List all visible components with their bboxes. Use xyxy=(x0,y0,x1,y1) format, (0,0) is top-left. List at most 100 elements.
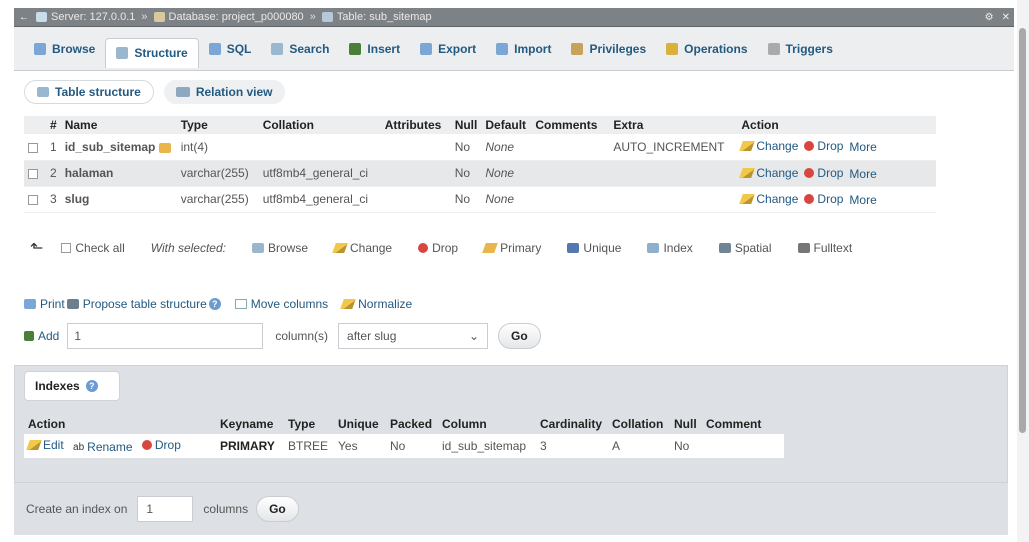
normalize-link[interactable]: Normalize xyxy=(340,297,412,311)
row-actions: Change Drop More xyxy=(737,160,936,187)
row-checkbox[interactable] xyxy=(28,142,38,153)
bulk-primary-button[interactable]: Primary xyxy=(482,241,541,255)
column-num: 2 xyxy=(46,160,61,187)
header-null: Null xyxy=(450,116,482,134)
collapse-icon[interactable]: ← xyxy=(18,11,30,23)
drop-button[interactable]: Drop xyxy=(804,192,843,206)
tab-label: Import xyxy=(514,41,552,56)
tab-sql[interactable]: SQL xyxy=(199,36,262,62)
create-index-label: Create an index on xyxy=(26,502,128,516)
subtab-table-structure-label: Table structure xyxy=(55,85,141,99)
add-column-count-value: 1 xyxy=(74,329,82,343)
tab-import[interactable]: Import xyxy=(486,36,561,62)
privileges-icon xyxy=(571,42,584,55)
index-edit-button[interactable]: Edit xyxy=(26,438,64,452)
check-all-label[interactable]: Check all xyxy=(75,241,124,255)
header-type: Type xyxy=(176,116,259,134)
idx-header-action: Action xyxy=(24,414,216,434)
bulk-unique-button[interactable]: Unique xyxy=(567,241,621,255)
with-selected-bar: ⬑ Check all With selected: Browse Change… xyxy=(30,238,852,258)
tab-label: Structure xyxy=(134,46,188,60)
create-index-form: Create an index on 1 columns Go xyxy=(14,482,1008,535)
subtab-table-structure[interactable]: Table structure xyxy=(24,80,154,104)
column-type: int(4) xyxy=(176,134,259,161)
create-index-count-value: 1 xyxy=(146,502,154,516)
index-drop-button[interactable]: Drop xyxy=(141,437,181,452)
table-tools: Print Propose table structure ? Move col… xyxy=(24,297,412,311)
tab-insert[interactable]: Insert xyxy=(339,36,410,62)
check-all-checkbox[interactable] xyxy=(61,243,72,253)
server-icon xyxy=(36,12,47,22)
more-button[interactable]: More xyxy=(849,140,876,154)
header-collation: Collation xyxy=(258,116,381,134)
header-name: Name xyxy=(60,116,177,134)
table-icon xyxy=(321,12,333,22)
column-extra-value: AUTO_INCREMENT xyxy=(613,139,725,154)
help-icon[interactable]: ? xyxy=(85,380,98,392)
tab-triggers[interactable]: Triggers xyxy=(758,36,843,62)
subtab-relation-view[interactable]: Relation view xyxy=(163,80,285,104)
breadcrumb-server[interactable]: Server: 127.0.0.1 xyxy=(36,11,135,23)
column-collation: utf8mb4_general_ci xyxy=(258,186,381,213)
column-attributes xyxy=(380,160,451,187)
pencil-icon xyxy=(26,439,42,450)
bulk-change-button[interactable]: Change xyxy=(332,241,392,255)
row-checkbox[interactable] xyxy=(28,194,38,205)
close-icon[interactable]: ✕ xyxy=(1002,12,1010,23)
header-attributes: Attributes xyxy=(380,116,451,134)
bulk-drop-button[interactable]: Drop xyxy=(418,241,458,255)
row-checkbox[interactable] xyxy=(28,168,38,179)
settings-icon[interactable]: ⚙ xyxy=(985,12,994,23)
change-button[interactable]: Change xyxy=(739,166,798,180)
propose-structure-link[interactable]: Propose table structure xyxy=(66,297,207,311)
index-drop-label: Drop xyxy=(154,437,181,452)
add-column-go-button[interactable]: Go xyxy=(498,323,541,349)
bulk-browse-button[interactable]: Browse xyxy=(252,241,308,255)
column-comments xyxy=(531,186,610,213)
index-rename-button[interactable]: ab Rename xyxy=(73,440,132,454)
column-name-value: slug xyxy=(64,192,90,206)
help-icon[interactable]: ? xyxy=(208,298,221,310)
create-index-go-button[interactable]: Go xyxy=(256,496,299,522)
change-button[interactable]: Change xyxy=(739,191,799,206)
drop-button[interactable]: Drop xyxy=(804,166,843,180)
column-type: varchar(255) xyxy=(176,160,259,187)
bulk-index-button[interactable]: Index xyxy=(647,241,693,255)
tab-operations[interactable]: Operations xyxy=(656,36,757,62)
header-checkbox xyxy=(24,116,46,134)
index-actions: Edit ab Rename Drop xyxy=(24,434,216,458)
header-comments: Comments xyxy=(531,116,610,134)
more-button[interactable]: More xyxy=(849,193,876,207)
tab-structure[interactable]: Structure xyxy=(105,37,199,68)
bulk-spatial-button[interactable]: Spatial xyxy=(718,241,772,255)
tab-export[interactable]: Export xyxy=(410,36,486,62)
bulk-fulltext-button[interactable]: Fulltext xyxy=(797,241,852,255)
move-columns-link[interactable]: Move columns xyxy=(234,297,328,311)
breadcrumb-table[interactable]: Table: sub_sitemap xyxy=(321,11,432,23)
check-all[interactable]: Check all xyxy=(61,241,125,255)
print-link[interactable]: Print xyxy=(24,297,65,311)
scrollbar-thumb[interactable] xyxy=(1019,28,1026,433)
normalize-icon xyxy=(340,299,356,309)
tab-privileges[interactable]: Privileges xyxy=(561,36,656,62)
column-null: No xyxy=(450,160,482,187)
add-column-count-input[interactable]: 1 xyxy=(67,323,264,349)
breadcrumb-database-label: Database: project_p000080 xyxy=(168,11,304,23)
tab-search[interactable]: Search xyxy=(261,36,339,62)
more-label: More xyxy=(849,192,877,207)
column-name: id_sub_sitemap xyxy=(60,134,177,161)
change-label: Change xyxy=(756,191,799,206)
breadcrumb-database[interactable]: Database: project_p000080 xyxy=(153,11,304,23)
drop-button[interactable]: Drop xyxy=(804,139,843,153)
drop-icon xyxy=(804,193,815,204)
create-index-count-input[interactable]: 1 xyxy=(137,496,194,522)
column-default: None xyxy=(481,186,532,213)
add-column-position-select[interactable]: after slug ⌄ xyxy=(338,323,489,349)
more-button[interactable]: More xyxy=(849,167,876,181)
propose-label: Propose table structure xyxy=(82,297,207,311)
column-name-value: id_sub_sitemap xyxy=(64,139,156,154)
column-null-value: No xyxy=(454,139,471,154)
tab-browse[interactable]: Browse xyxy=(24,36,105,62)
tab-label: Triggers xyxy=(785,41,833,56)
change-button[interactable]: Change xyxy=(739,139,798,153)
